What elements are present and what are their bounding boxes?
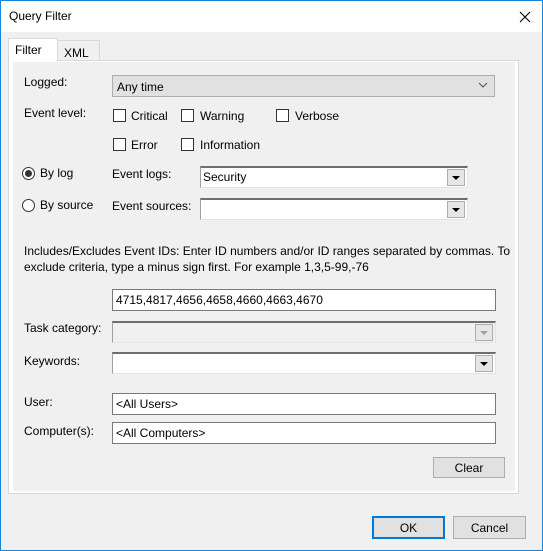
clear-button-label: Clear: [454, 460, 484, 475]
dialog-title: Query Filter: [9, 9, 72, 23]
tab-xml[interactable]: XML: [57, 40, 100, 62]
dropdown-arrow-icon: [452, 207, 460, 212]
event-logs-value: Security: [203, 170, 247, 184]
error-checkbox[interactable]: [113, 138, 126, 151]
event-level-label: Event level:: [24, 106, 87, 120]
logged-label: Logged:: [24, 75, 68, 89]
clear-button[interactable]: Clear: [433, 457, 505, 478]
dropdown-arrow-icon: [480, 361, 488, 366]
by-source-radio[interactable]: [22, 199, 35, 212]
task-category-dropdown-button[interactable]: [475, 324, 493, 341]
tab-filter[interactable]: Filter: [8, 38, 58, 62]
user-value: <All Users>: [116, 397, 179, 411]
user-label: User:: [24, 395, 53, 409]
event-logs-dropdown-button[interactable]: [447, 169, 465, 186]
chevron-down-icon: [478, 82, 488, 88]
logged-dropdown[interactable]: Any time: [112, 75, 495, 97]
by-source-label: By source: [40, 198, 94, 212]
event-ids-input[interactable]: 4715,4817,4656,4658,4660,4663,4670: [112, 289, 496, 311]
error-label: Error: [131, 138, 158, 152]
dropdown-arrow-icon: [452, 175, 460, 180]
task-category-dropdown[interactable]: [112, 321, 496, 343]
information-label: Information: [200, 138, 261, 152]
critical-label: Critical: [131, 109, 168, 123]
event-sources-dropdown-button[interactable]: [447, 201, 465, 218]
query-filter-dialog: Query Filter Filter XML Logged: Any time…: [0, 0, 543, 551]
event-ids-value: 4715,4817,4656,4658,4660,4663,4670: [116, 293, 323, 307]
event-sources-label: Event sources:: [112, 199, 192, 213]
event-logs-label: Event logs:: [112, 167, 172, 181]
information-checkbox[interactable]: [181, 138, 194, 151]
keywords-dropdown[interactable]: [112, 352, 496, 374]
tab-xml-label: XML: [64, 46, 89, 60]
by-log-radio[interactable]: [22, 167, 35, 180]
user-input[interactable]: <All Users>: [112, 393, 496, 415]
warning-label: Warning: [200, 109, 245, 123]
critical-checkbox[interactable]: [113, 109, 126, 122]
title-bar: Query Filter: [1, 1, 542, 32]
ok-button-label: OK: [399, 520, 418, 535]
cancel-button-label: Cancel: [470, 520, 509, 535]
computers-input[interactable]: <All Computers>: [112, 422, 496, 444]
keywords-dropdown-button[interactable]: [475, 355, 493, 372]
verbose-label: Verbose: [295, 109, 340, 123]
ok-button[interactable]: OK: [372, 516, 445, 539]
warning-checkbox[interactable]: [181, 109, 194, 122]
event-logs-dropdown[interactable]: Security: [200, 166, 468, 188]
verbose-checkbox[interactable]: [276, 109, 289, 122]
close-button[interactable]: [508, 1, 542, 32]
by-log-label: By log: [40, 166, 74, 180]
computers-value: <All Computers>: [116, 426, 206, 440]
cancel-button[interactable]: Cancel: [453, 516, 526, 539]
keywords-label: Keywords:: [24, 354, 81, 368]
logged-value: Any time: [117, 80, 164, 94]
tab-filter-label: Filter: [15, 43, 42, 57]
event-sources-dropdown[interactable]: [200, 198, 468, 220]
dropdown-arrow-icon: [480, 330, 488, 335]
computers-label: Computer(s):: [24, 424, 95, 438]
event-ids-description: Includes/Excludes Event IDs: Enter ID nu…: [24, 244, 511, 274]
task-category-label: Task category:: [24, 321, 102, 335]
close-icon: [519, 11, 531, 22]
